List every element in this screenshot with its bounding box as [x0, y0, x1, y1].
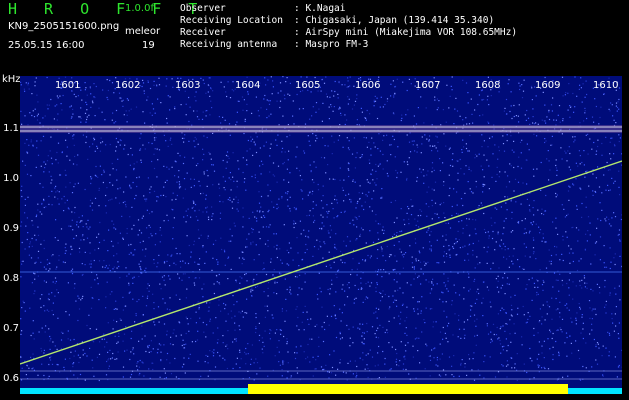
y-unit-label: kHz: [2, 74, 21, 85]
info-observer-label: Observer: [180, 3, 226, 14]
x-tick: 1605: [295, 80, 321, 91]
noise-layer: [20, 76, 622, 382]
app-version: 1.0.0f: [125, 3, 154, 14]
spectrogram-canvas: [20, 76, 622, 394]
x-tick: 1607: [415, 80, 441, 91]
count-value: 19: [142, 40, 155, 51]
x-tick: 1601: [55, 80, 81, 91]
y-tick: 1.1: [3, 123, 19, 134]
y-tick: 0.8: [3, 273, 19, 284]
info-antenna-label: Receiving antenna: [180, 39, 278, 50]
signal-trace: [20, 160, 622, 365]
header: H R O F F T 1.0.0f KN9_2505151600.png me…: [0, 0, 629, 76]
y-tick: 1.0: [3, 173, 19, 184]
y-tick: 0.9: [3, 223, 19, 234]
date-time: 25.05.15 16:00: [8, 40, 85, 51]
x-tick: 1606: [355, 80, 381, 91]
info-receiver-label: Receiver: [180, 27, 226, 38]
x-tick: 1604: [235, 80, 261, 91]
info-location-value: : Chigasaki, Japan (139.414 35.340): [294, 15, 495, 26]
x-tick: 1609: [535, 80, 561, 91]
x-tick: 1608: [475, 80, 501, 91]
x-tick: 1602: [115, 80, 141, 91]
info-observer-value: : K.Nagai: [294, 3, 346, 14]
info-antenna-value: : Maspro FM-3: [294, 39, 369, 50]
x-tick: 1603: [175, 80, 201, 91]
level-bar-yellow: [248, 384, 568, 394]
info-location-label: Receiving Location: [180, 15, 283, 26]
x-tick: 1610: [593, 80, 619, 91]
info-receiver-value: : AirSpy mini (Miakejima VOR 108.65MHz): [294, 27, 518, 38]
app-title: H R O F F T: [8, 0, 207, 18]
interference-band: [20, 125, 622, 133]
y-tick: 0.6: [3, 373, 19, 384]
bottom-strip: [0, 394, 629, 400]
y-tick: 0.7: [3, 323, 19, 334]
spectrogram-plot[interactable]: [20, 76, 622, 394]
mode-label: meleor: [125, 26, 161, 37]
file-name: KN9_2505151600.png: [8, 21, 120, 32]
